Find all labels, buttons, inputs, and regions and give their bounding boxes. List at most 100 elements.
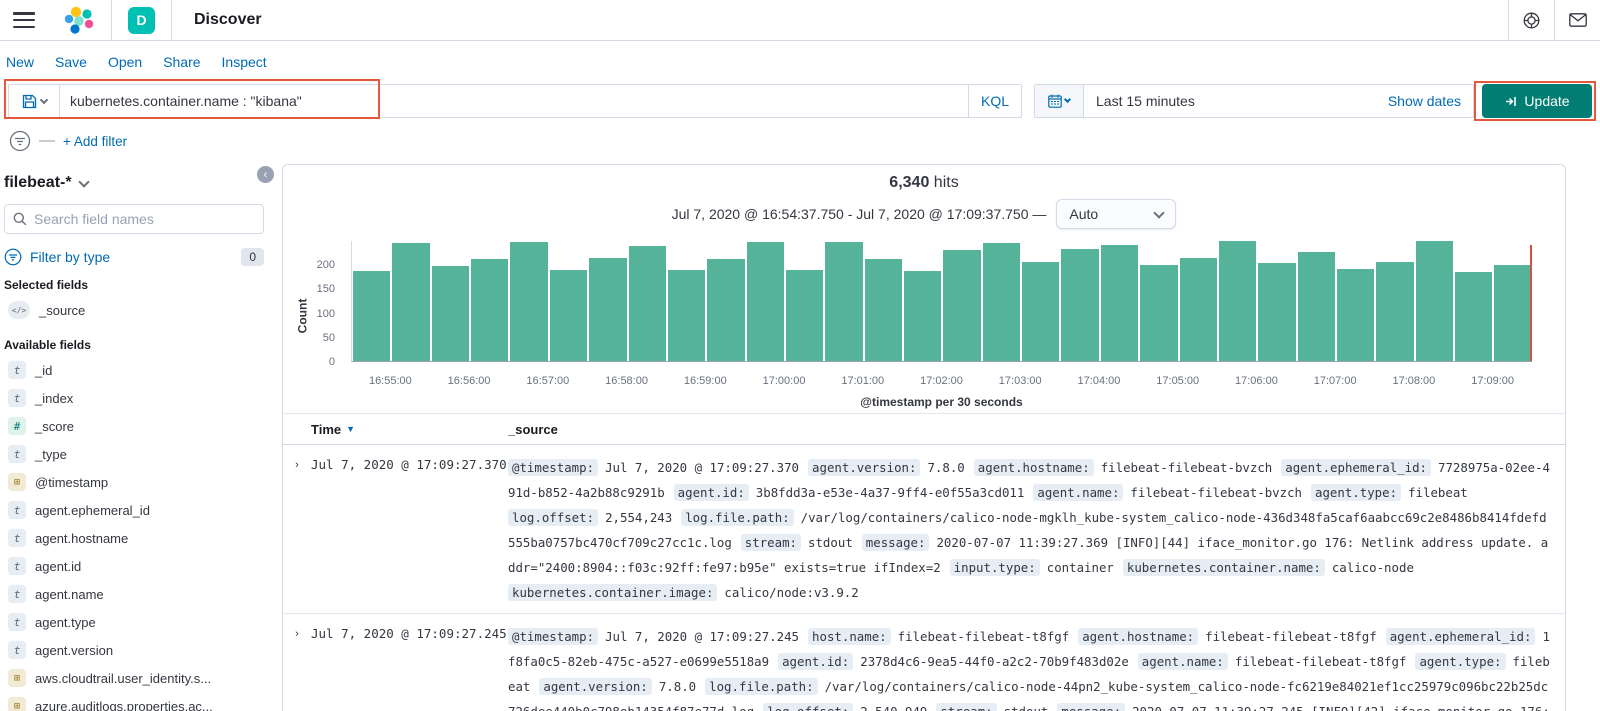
date-field-icon: ⊞ — [8, 473, 26, 491]
time-column-header[interactable]: Time — [311, 422, 341, 437]
query-input[interactable]: kubernetes.container.name : "kibana" — [59, 84, 969, 118]
nav-link-save[interactable]: Save — [55, 54, 87, 70]
field-value: 2,540,949 — [860, 704, 927, 711]
histogram-bar[interactable] — [1415, 241, 1454, 361]
field-name: agent.version — [35, 642, 114, 658]
field-value: 2378d4c6-9ea5-44f0-a2c2-70b9f483d02e — [860, 654, 1129, 669]
source-column-header: _source — [508, 421, 558, 437]
histogram-bar[interactable] — [589, 258, 627, 361]
histogram-bar[interactable] — [549, 270, 588, 361]
field-value: filebeat-filebeat-bvzch — [1130, 485, 1302, 500]
nav-link-open[interactable]: Open — [108, 54, 142, 70]
discover-results-panel: 6,340 hits Jul 7, 2020 @ 16:54:37.750 - … — [282, 164, 1566, 711]
index-pattern-selector[interactable]: filebeat-* — [4, 168, 264, 204]
histogram-bar[interactable] — [1061, 249, 1099, 361]
x-tick-label: 16:59:00 — [683, 375, 727, 387]
histogram-bar[interactable] — [510, 242, 548, 361]
interval-select[interactable]: Auto — [1056, 199, 1177, 229]
field-value: stdout — [1004, 704, 1049, 711]
query-language-button[interactable]: KQL — [968, 84, 1022, 118]
field-item[interactable]: t agent.name — [4, 580, 264, 608]
field-name-badge: agent.name: — [1033, 484, 1124, 501]
expand-row-icon[interactable]: › — [283, 624, 311, 711]
expand-row-icon[interactable]: › — [283, 455, 311, 605]
field-value: calico-node — [1331, 560, 1414, 575]
field-item[interactable]: t agent.ephemeral_id — [4, 496, 264, 524]
histogram-bar[interactable] — [392, 243, 430, 361]
field-name-badge: log.file.path: — [705, 678, 818, 695]
histogram-bar[interactable] — [746, 242, 784, 361]
hamburger-menu-icon[interactable] — [13, 12, 35, 28]
field-name-badge: agent.type: — [1311, 484, 1402, 501]
histogram-bar[interactable] — [1100, 245, 1139, 361]
histogram-bar[interactable] — [982, 243, 1021, 361]
field-value: Jul 7, 2020 @ 17:09:27.370 — [605, 460, 800, 475]
histogram-bar[interactable] — [1179, 258, 1217, 361]
field-value: Jul 7, 2020 @ 17:09:27.245 — [605, 629, 800, 644]
filter-icon — [4, 248, 22, 266]
add-filter-link[interactable]: + Add filter — [63, 134, 127, 149]
x-tick-label: 17:09:00 — [1471, 375, 1515, 387]
string-field-icon: t — [8, 501, 26, 519]
histogram-bar[interactable] — [943, 250, 981, 361]
table-row: › Jul 7, 2020 @ 17:09:27.370 @timestamp: Ju… — [283, 445, 1565, 614]
field-item[interactable]: ⊞ @timestamp — [4, 468, 264, 496]
histogram-bar[interactable] — [1494, 265, 1532, 361]
field-item[interactable]: ⊞ aws.cloudtrail.user_identity.s... — [4, 664, 264, 692]
histogram-bar[interactable] — [667, 270, 706, 361]
top-header: D Discover — [0, 0, 1600, 41]
field-name: aws.cloudtrail.user_identity.s... — [35, 670, 212, 686]
histogram-bar[interactable] — [1336, 269, 1375, 361]
histogram-bar[interactable] — [431, 266, 470, 361]
filter-by-type-row[interactable]: Filter by type 0 — [4, 248, 264, 266]
update-button[interactable]: Update — [1482, 84, 1592, 118]
collapse-sidebar-button[interactable]: ‹ — [257, 166, 274, 183]
date-quick-menu-button[interactable] — [1035, 85, 1084, 117]
field-name-badge: host.name: — [808, 628, 891, 645]
field-search-input[interactable] — [34, 211, 234, 227]
field-item[interactable]: t agent.type — [4, 608, 264, 636]
field-item[interactable]: t agent.hostname — [4, 524, 264, 552]
histogram-bar[interactable] — [1140, 265, 1178, 361]
field-item[interactable]: ⊞ azure.auditlogs.properties.ac... — [4, 692, 264, 711]
histogram-bar[interactable] — [785, 270, 824, 361]
field-item[interactable]: # _score — [4, 412, 264, 440]
histogram-bar[interactable] — [1218, 241, 1257, 361]
elastic-logo — [63, 5, 97, 35]
histogram-bar[interactable] — [864, 259, 903, 361]
histogram-bar[interactable] — [353, 271, 391, 361]
histogram-bar[interactable] — [471, 259, 509, 361]
histogram-bar[interactable] — [825, 242, 863, 361]
time-range-value[interactable]: Last 15 minutes — [1084, 93, 1195, 109]
x-tick-label: 17:07:00 — [1313, 375, 1357, 387]
nav-link-new[interactable]: New — [6, 54, 34, 70]
histogram-bar[interactable] — [1376, 262, 1414, 361]
field-item[interactable]: t _index — [4, 384, 264, 412]
field-item[interactable]: t agent.id — [4, 552, 264, 580]
field-item[interactable]: t agent.version — [4, 636, 264, 664]
histogram-bar[interactable] — [1455, 272, 1493, 361]
nav-link-inspect[interactable]: Inspect — [222, 54, 267, 70]
sort-desc-icon[interactable]: ▼ — [346, 424, 355, 434]
fields-sidebar: filebeat-* Filter by type 0 Selected fie… — [0, 168, 276, 711]
available-fields-list: t _id t _index # _score t _type ⊞ @timestamp t agen… — [4, 356, 264, 711]
histogram-bar[interactable] — [1258, 263, 1296, 361]
histogram-bar[interactable] — [904, 271, 942, 361]
mail-icon[interactable] — [1555, 0, 1600, 41]
help-icon[interactable] — [1509, 0, 1554, 41]
show-dates-link[interactable]: Show dates — [1388, 93, 1473, 109]
saved-query-menu-button[interactable] — [8, 84, 59, 118]
histogram-bar[interactable] — [707, 259, 745, 361]
histogram-bar[interactable] — [1297, 252, 1335, 361]
field-item[interactable]: </> _source — [4, 296, 264, 324]
query-bar: kubernetes.container.name : "kibana" KQL… — [4, 79, 1596, 121]
app-badge: D — [128, 6, 155, 34]
field-item[interactable]: t _type — [4, 440, 264, 468]
histogram-bar[interactable] — [1022, 262, 1060, 361]
field-item[interactable]: t _id — [4, 356, 264, 384]
field-name-badge: agent.version: — [539, 678, 652, 695]
filter-bar: — + Add filter — [0, 120, 1600, 164]
filter-icon[interactable] — [9, 130, 31, 152]
nav-link-share[interactable]: Share — [163, 54, 200, 70]
histogram-bar[interactable] — [628, 246, 666, 361]
